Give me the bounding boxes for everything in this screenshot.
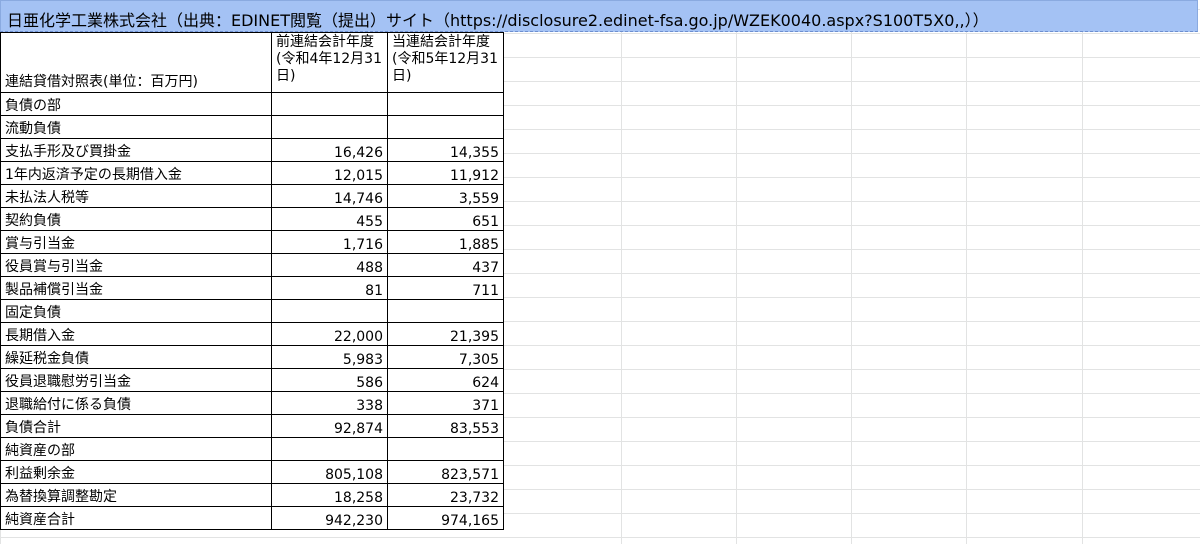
curr-year-value-cell[interactable]: 3,559	[387, 184, 504, 208]
column-divider	[621, 0, 622, 544]
table-row: 退職給付に係る負債 338 371	[0, 391, 504, 415]
curr-year-value-cell[interactable]: 83,553	[387, 414, 504, 438]
table-row: 繰延税金負債 5,983 7,305	[0, 345, 504, 369]
prev-year-value-cell[interactable]: 942,230	[271, 506, 388, 530]
table-row: 利益剰余金 805,108 823,571	[0, 460, 504, 484]
row-label-cell[interactable]: 支払手形及び買掛金	[0, 138, 272, 162]
table-row: 負債の部	[0, 92, 504, 116]
table-row: 長期借入金 22,000 21,395	[0, 322, 504, 346]
row-label-cell[interactable]: 退職給付に係る負債	[0, 391, 272, 415]
table-row: 為替換算調整勘定 18,258 23,732	[0, 483, 504, 507]
header-label-cell[interactable]: 連結貸借対照表(単位：百万円)	[0, 32, 272, 93]
prev-year-value-cell[interactable]	[271, 92, 388, 116]
sheet-title: 日亜化学工業株式会社（出典：EDINET閲覧（提出）サイト（https://di…	[7, 11, 989, 30]
prev-year-value-cell[interactable]: 805,108	[271, 460, 388, 484]
curr-year-value-cell[interactable]	[387, 299, 504, 323]
row-label-cell[interactable]: 流動負債	[0, 115, 272, 139]
prev-year-value-cell[interactable]: 586	[271, 368, 388, 392]
prev-year-value-cell[interactable]: 81	[271, 276, 388, 300]
table-row: 固定負債	[0, 299, 504, 323]
row-label-cell[interactable]: 負債の部	[0, 92, 272, 116]
curr-year-value-cell[interactable]: 7,305	[387, 345, 504, 369]
table-row: 製品補償引当金 81 711	[0, 276, 504, 300]
curr-year-value-cell[interactable]: 21,395	[387, 322, 504, 346]
column-divider	[966, 0, 967, 544]
row-label-cell[interactable]: 純資産合計	[0, 506, 272, 530]
header-prev-year-cell[interactable]: 前連結会計年度(令和4年12月31日)	[271, 32, 388, 93]
curr-year-value-cell[interactable]: 437	[387, 253, 504, 277]
row-label-cell[interactable]: 純資産の部	[0, 437, 272, 461]
table-row: 純資産の部	[0, 437, 504, 461]
curr-year-value-cell[interactable]: 23,732	[387, 483, 504, 507]
row-label-cell[interactable]: 未払法人税等	[0, 184, 272, 208]
row-label-cell[interactable]: 契約負債	[0, 207, 272, 231]
table-row: 役員賞与引当金 488 437	[0, 253, 504, 277]
balance-sheet-table: 連結貸借対照表(単位：百万円) 前連結会計年度(令和4年12月31日) 当連結会…	[0, 32, 504, 530]
table-row: 支払手形及び買掛金 16,426 14,355	[0, 138, 504, 162]
prev-year-value-cell[interactable]	[271, 437, 388, 461]
curr-year-value-cell[interactable]: 651	[387, 207, 504, 231]
column-divider	[851, 0, 852, 544]
curr-year-value-cell[interactable]: 711	[387, 276, 504, 300]
curr-year-value-cell[interactable]: 624	[387, 368, 504, 392]
row-label-cell[interactable]: 役員賞与引当金	[0, 253, 272, 277]
row-label-cell[interactable]: 負債合計	[0, 414, 272, 438]
table-row: 負債合計 92,874 83,553	[0, 414, 504, 438]
curr-year-value-cell[interactable]	[387, 115, 504, 139]
column-divider	[736, 0, 737, 544]
prev-year-value-cell[interactable]: 14,746	[271, 184, 388, 208]
prev-year-value-cell[interactable]: 488	[271, 253, 388, 277]
prev-year-value-cell[interactable]: 1,716	[271, 230, 388, 254]
row-label-cell[interactable]: 利益剰余金	[0, 460, 272, 484]
prev-year-value-cell[interactable]: 5,983	[271, 345, 388, 369]
table-row: 賞与引当金 1,716 1,885	[0, 230, 504, 254]
row-label-cell[interactable]: 1年内返済予定の長期借入金	[0, 161, 272, 185]
table-row: 未払法人税等 14,746 3,559	[0, 184, 504, 208]
header-row: 連結貸借対照表(単位：百万円) 前連結会計年度(令和4年12月31日) 当連結会…	[0, 32, 504, 93]
prev-year-value-cell[interactable]	[271, 115, 388, 139]
prev-year-value-cell[interactable]: 455	[271, 207, 388, 231]
curr-year-value-cell[interactable]: 823,571	[387, 460, 504, 484]
row-label-cell[interactable]: 固定負債	[0, 299, 272, 323]
curr-year-value-cell[interactable]: 371	[387, 391, 504, 415]
prev-year-value-cell[interactable]	[271, 299, 388, 323]
prev-year-value-cell[interactable]: 12,015	[271, 161, 388, 185]
prev-year-value-cell[interactable]: 16,426	[271, 138, 388, 162]
prev-year-value-cell[interactable]: 338	[271, 391, 388, 415]
prev-year-value-cell[interactable]: 22,000	[271, 322, 388, 346]
table-row: 流動負債	[0, 115, 504, 139]
prev-year-value-cell[interactable]: 18,258	[271, 483, 388, 507]
table-row: 1年内返済予定の長期借入金 12,015 11,912	[0, 161, 504, 185]
curr-year-value-cell[interactable]	[387, 437, 504, 461]
title-cell[interactable]: 日亜化学工業株式会社（出典：EDINET閲覧（提出）サイト（https://di…	[0, 0, 1198, 32]
row-label-cell[interactable]: 製品補償引当金	[0, 276, 272, 300]
row-label-cell[interactable]: 為替換算調整勘定	[0, 483, 272, 507]
row-label-cell[interactable]: 長期借入金	[0, 322, 272, 346]
table-row: 契約負債 455 651	[0, 207, 504, 231]
column-divider	[1082, 0, 1083, 544]
curr-year-value-cell[interactable]: 1,885	[387, 230, 504, 254]
table-row: 純資産合計 942,230 974,165	[0, 506, 504, 530]
curr-year-value-cell[interactable]	[387, 92, 504, 116]
prev-year-value-cell[interactable]: 92,874	[271, 414, 388, 438]
table-row: 役員退職慰労引当金 586 624	[0, 368, 504, 392]
row-label-cell[interactable]: 賞与引当金	[0, 230, 272, 254]
curr-year-value-cell[interactable]: 11,912	[387, 161, 504, 185]
row-label-cell[interactable]: 繰延税金負債	[0, 345, 272, 369]
row-label-cell[interactable]: 役員退職慰労引当金	[0, 368, 272, 392]
header-curr-year-cell[interactable]: 当連結会計年度(令和5年12月31日)	[387, 32, 504, 93]
curr-year-value-cell[interactable]: 974,165	[387, 506, 504, 530]
curr-year-value-cell[interactable]: 14,355	[387, 138, 504, 162]
